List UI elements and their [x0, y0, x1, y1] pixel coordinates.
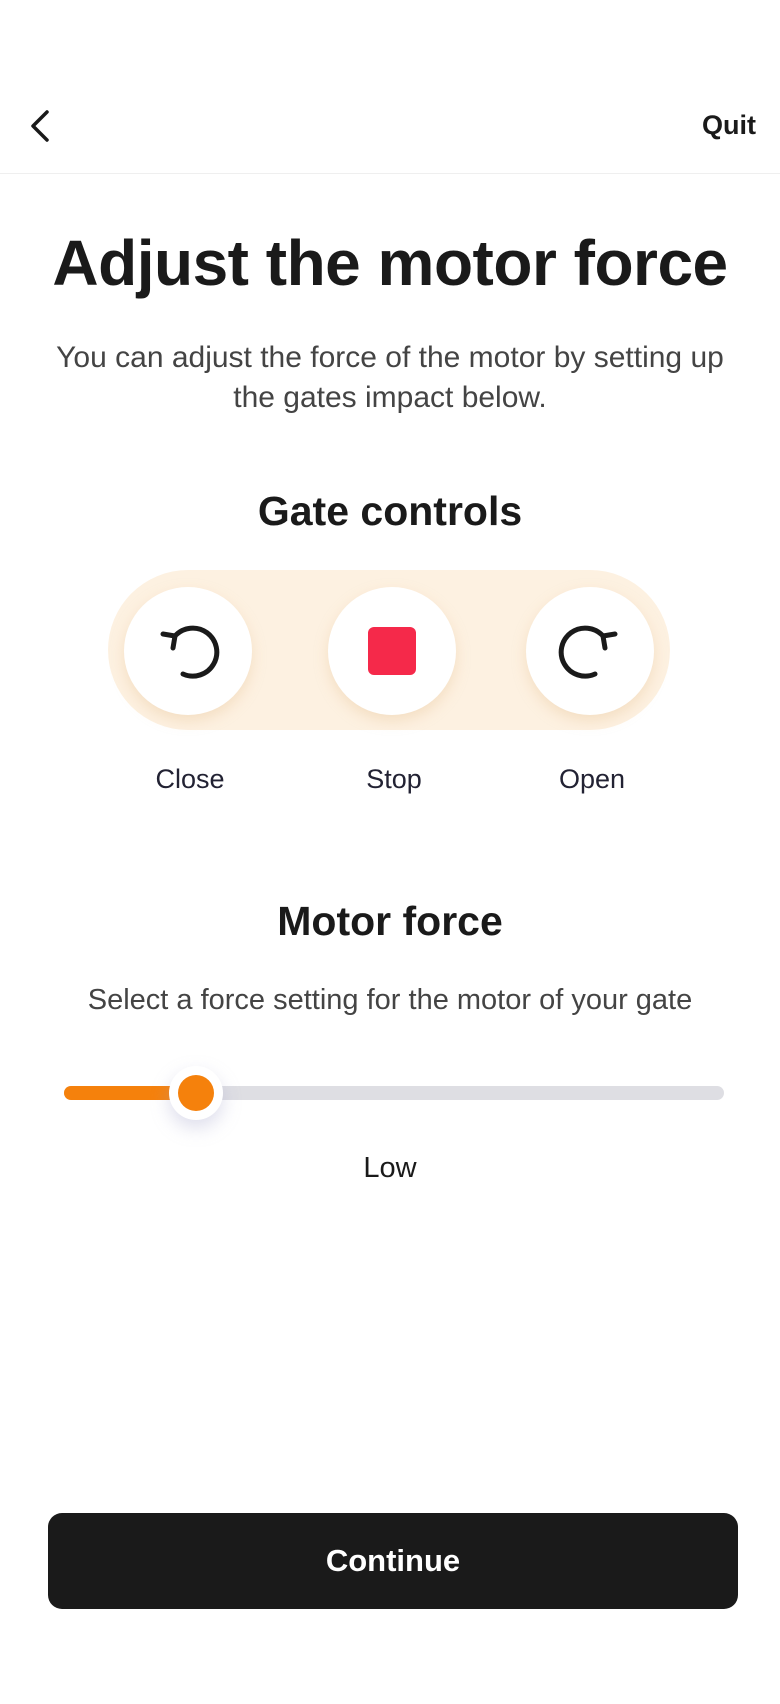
motor-force-title: Motor force	[277, 898, 503, 944]
stop-gate-button[interactable]	[328, 587, 456, 715]
motor-force-subtitle: Select a force setting for the motor of …	[87, 984, 693, 1016]
stop-icon	[368, 627, 416, 675]
close-gate-button[interactable]	[124, 587, 252, 715]
open-gate-button[interactable]	[526, 587, 654, 715]
rotate-ccw-icon	[160, 625, 220, 679]
motor-force-screen: Quit Adjust the motor force You can adju…	[0, 0, 780, 1704]
top-bar: Quit	[0, 0, 780, 174]
stop-label: Stop	[366, 764, 422, 794]
chevron-left-icon	[31, 110, 49, 142]
quit-button[interactable]: Quit	[702, 110, 756, 141]
back-button[interactable]	[18, 104, 62, 148]
rotate-cw-icon	[558, 625, 618, 679]
slider-thumb[interactable]	[169, 1066, 223, 1120]
page-title: Adjust the motor force	[52, 227, 728, 299]
force-value-label: Low	[363, 1152, 417, 1184]
motor-force-slider[interactable]	[64, 1066, 724, 1120]
gate-controls-title: Gate controls	[257, 488, 523, 534]
continue-button[interactable]: Continue	[48, 1513, 738, 1609]
page-subtitle: You can adjust the force of the motor by…	[56, 341, 724, 414]
close-label: Close	[155, 764, 225, 794]
slider-thumb-dot	[178, 1075, 214, 1111]
open-label: Open	[558, 764, 626, 794]
gate-controls-bar	[108, 570, 670, 730]
